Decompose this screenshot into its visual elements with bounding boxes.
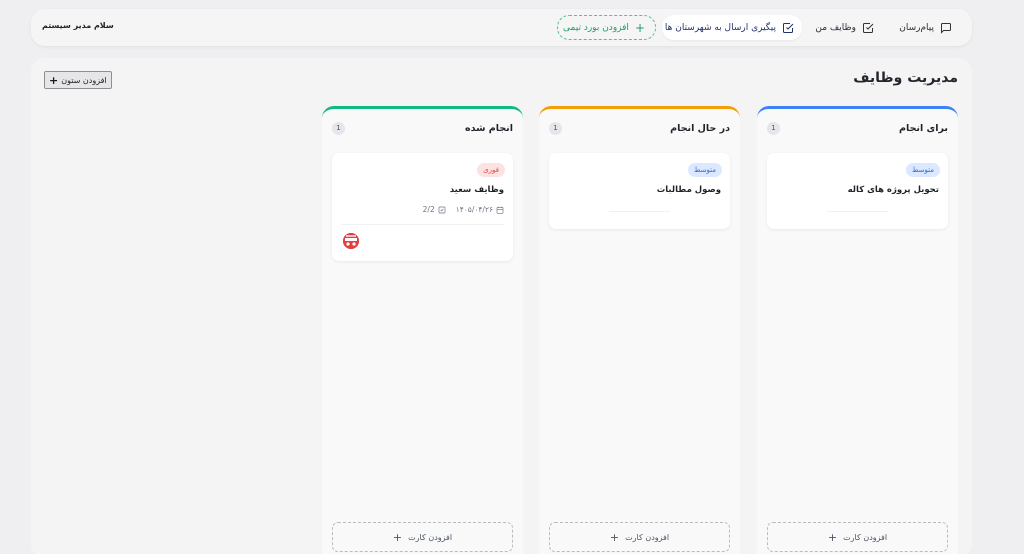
- column-count-badge: 1: [549, 121, 562, 135]
- column-header: برای انجام 1: [767, 121, 948, 135]
- column-title: انجام شده: [465, 122, 513, 134]
- add-team-board-label: افزودن بورد تیمی: [563, 22, 629, 33]
- nav-tracking-label: پیگیری ارسال به شهرستان ها: [664, 22, 776, 33]
- checkbox-icon: [783, 22, 794, 33]
- nav-my-tasks-label: وظایف من: [815, 22, 856, 33]
- add-team-board-button[interactable]: + افزودن بورد تیمی: [557, 15, 656, 40]
- assignee-avatar[interactable]: [343, 233, 359, 249]
- add-card-label: افزودن کارت: [408, 532, 453, 542]
- add-card-button[interactable]: افزودن کارت +: [767, 522, 948, 552]
- task-card[interactable]: فوری وظایف سعید ۱۴۰۵/۰۴/۲۶ 2/2: [332, 153, 513, 261]
- checkbox-icon: [863, 22, 874, 33]
- column-title: در حال انجام: [670, 122, 730, 134]
- due-date-text: ۱۴۰۵/۰۴/۲۶: [455, 205, 493, 214]
- add-card-button[interactable]: افزودن کارت +: [549, 522, 730, 552]
- avatar-image: [343, 233, 359, 249]
- plus-icon: +: [392, 530, 403, 544]
- card-divider: [341, 224, 504, 225]
- checklist-progress: 2/2: [423, 205, 446, 214]
- card-title: وصول مطالبات: [656, 185, 721, 195]
- due-date: ۱۴۰۵/۰۴/۲۶: [456, 205, 504, 214]
- column-count-badge: 1: [332, 121, 345, 135]
- page-title: مدیریت وظایف: [853, 70, 958, 86]
- column-header: در حال انجام 1: [549, 121, 730, 135]
- column-header: انجام شده 1: [332, 121, 513, 135]
- top-navigation-bar: پیام‌رسان وظایف من پیگیری ارسال به شهرست…: [31, 9, 972, 46]
- nav-messenger-label: پیام‌رسان: [899, 22, 934, 33]
- column-count-badge: 1: [767, 121, 780, 135]
- column-in-progress: در حال انجام 1 متوسط وصول مطالبات افزودن…: [539, 106, 740, 554]
- user-greeting: سلام مدیر سیستم: [42, 21, 114, 30]
- card-title: تحویل پروژه های کاله: [847, 185, 939, 195]
- column-done: انجام شده 1 فوری وظایف سعید ۱۴۰۵/۰۴/۲۶ 2…: [322, 106, 523, 554]
- task-card[interactable]: متوسط وصول مطالبات: [549, 153, 730, 229]
- add-card-label: افزودن کارت: [843, 532, 888, 542]
- add-column-label: افزودن ستون: [61, 75, 107, 85]
- column-todo: برای انجام 1 متوسط تحویل پروژه های کاله …: [757, 106, 958, 554]
- nav-messenger[interactable]: پیام‌رسان: [891, 15, 960, 40]
- plus-icon: +: [49, 73, 59, 87]
- nav-my-tasks[interactable]: وظایف من: [807, 15, 882, 40]
- column-title: برای انجام: [899, 122, 948, 134]
- card-title: وظایف سعید: [449, 185, 504, 195]
- priority-badge: فوری: [477, 163, 505, 177]
- plus-icon: +: [634, 20, 645, 35]
- card-divider: [609, 211, 670, 212]
- checklist-icon: [438, 206, 446, 213]
- checklist-text: 2/2: [422, 205, 435, 214]
- card-divider: [827, 211, 888, 212]
- plus-icon: +: [827, 530, 838, 544]
- priority-badge: متوسط: [906, 163, 940, 177]
- calendar-icon: [496, 206, 504, 214]
- priority-badge: متوسط: [688, 163, 722, 177]
- add-card-label: افزودن کارت: [625, 532, 670, 542]
- board-panel: مدیریت وظایف افزودن ستون + برای انجام 1 …: [31, 58, 972, 554]
- add-card-button[interactable]: افزودن کارت +: [332, 522, 513, 552]
- add-column-button[interactable]: افزودن ستون +: [44, 71, 112, 89]
- nav-tracking-board[interactable]: پیگیری ارسال به شهرستان ها: [662, 15, 802, 40]
- card-meta: ۱۴۰۵/۰۴/۲۶ 2/2: [423, 205, 504, 214]
- task-card[interactable]: متوسط تحویل پروژه های کاله: [767, 153, 948, 229]
- plus-icon: +: [609, 530, 620, 544]
- message-square-icon: [941, 22, 951, 34]
